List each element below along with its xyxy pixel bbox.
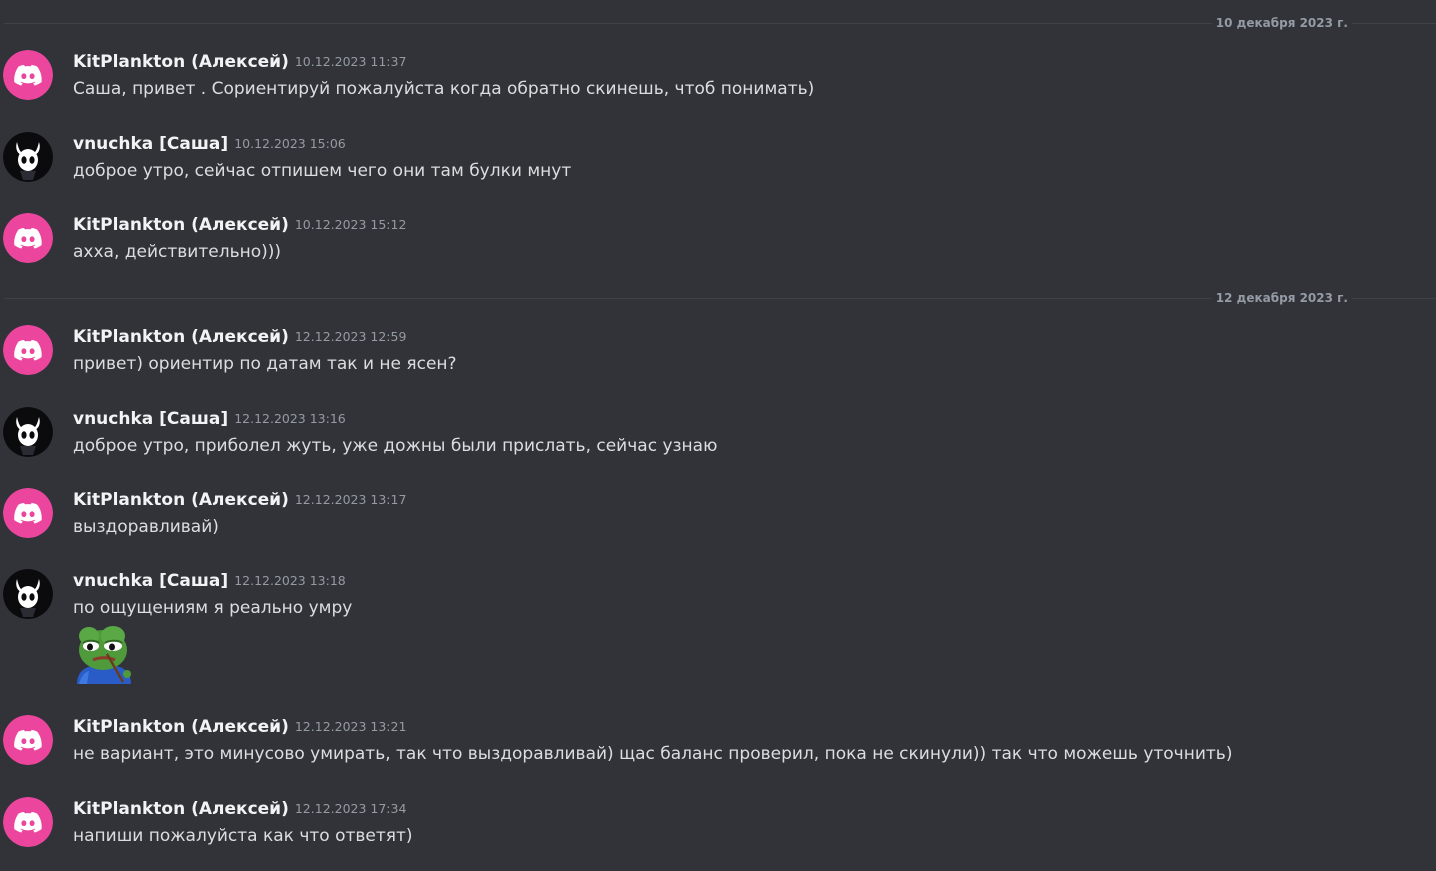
discord-logo-icon [3,715,53,765]
username[interactable]: vnuchka [Саша] [73,134,228,154]
timestamp[interactable]: 12.12.2023 13:16 [234,411,346,426]
discord-logo-icon [3,797,53,847]
timestamp[interactable]: 10.12.2023 15:12 [295,217,407,232]
message-header: KitPlankton (Алексей) 12.12.2023 17:34 [73,798,406,820]
chat-message-list[interactable]: 10 декабря 2023 г. KitPlankton (Алексей)… [0,0,1436,871]
date-divider: 12 декабря 2023 г. [4,290,1436,306]
message-header: vnuchka [Саша] 12.12.2023 13:18 [73,570,346,592]
username[interactable]: KitPlankton (Алексей) [73,52,289,72]
avatar[interactable] [3,407,53,457]
message-text: не вариант, это минусово умирать, так чт… [73,744,1233,764]
message-text: доброе утро, приболел жуть, уже дожны бы… [73,436,718,456]
username[interactable]: KitPlankton (Алексей) [73,215,289,235]
username[interactable]: KitPlankton (Алексей) [73,327,289,347]
discord-logo-icon [3,325,53,375]
discord-logo-icon [3,50,53,100]
username[interactable]: KitPlankton (Алексей) [73,799,289,819]
timestamp[interactable]: 12.12.2023 13:17 [295,492,407,507]
username[interactable]: KitPlankton (Алексей) [73,717,289,737]
discord-logo-icon [3,213,53,263]
message-header: KitPlankton (Алексей) 10.12.2023 11:37 [73,51,406,73]
hollow-knight-icon [3,407,53,457]
avatar[interactable] [3,50,53,100]
avatar[interactable] [3,488,53,538]
message-text: Саша, привет . Сориентируй пожалуйста ко… [73,79,815,99]
date-divider: 10 декабря 2023 г. [4,15,1436,31]
hollow-knight-icon [3,132,53,182]
date-divider-label: 10 декабря 2023 г. [1211,15,1352,31]
avatar[interactable] [3,715,53,765]
message-header: vnuchka [Саша] 10.12.2023 15:06 [73,133,346,155]
timestamp[interactable]: 12.12.2023 13:21 [295,719,407,734]
message-text: выздоравливай) [73,517,219,537]
message-text: привет) ориентир по датам так и не ясен? [73,354,457,374]
message-header: vnuchka [Саша] 12.12.2023 13:16 [73,408,346,430]
avatar[interactable] [3,797,53,847]
date-divider-label: 12 декабря 2023 г. [1211,290,1352,306]
sticker[interactable] [73,624,133,684]
message-text: доброе утро, сейчас отпишем чего они там… [73,161,572,181]
avatar[interactable] [3,132,53,182]
timestamp[interactable]: 12.12.2023 17:34 [295,801,407,816]
message-header: KitPlankton (Алексей) 12.12.2023 13:17 [73,489,406,511]
message-header: KitPlankton (Алексей) 12.12.2023 13:21 [73,716,406,738]
username[interactable]: KitPlankton (Алексей) [73,490,289,510]
discord-logo-icon [3,488,53,538]
message-text: по ощущениям я реально умру [73,598,353,618]
username[interactable]: vnuchka [Саша] [73,571,228,591]
sad-pepe-sticker-icon [77,626,131,684]
avatar[interactable] [3,569,53,619]
avatar[interactable] [3,325,53,375]
message-text: ахха, действительно))) [73,242,282,262]
message-header: KitPlankton (Алексей) 10.12.2023 15:12 [73,214,406,236]
avatar[interactable] [3,213,53,263]
timestamp[interactable]: 12.12.2023 13:18 [234,573,346,588]
timestamp[interactable]: 10.12.2023 11:37 [295,54,407,69]
hollow-knight-icon [3,569,53,619]
message-text: напиши пожалуйста как что ответят) [73,826,413,846]
username[interactable]: vnuchka [Саша] [73,409,228,429]
timestamp[interactable]: 12.12.2023 12:59 [295,329,407,344]
timestamp[interactable]: 10.12.2023 15:06 [234,136,346,151]
message-header: KitPlankton (Алексей) 12.12.2023 12:59 [73,326,406,348]
